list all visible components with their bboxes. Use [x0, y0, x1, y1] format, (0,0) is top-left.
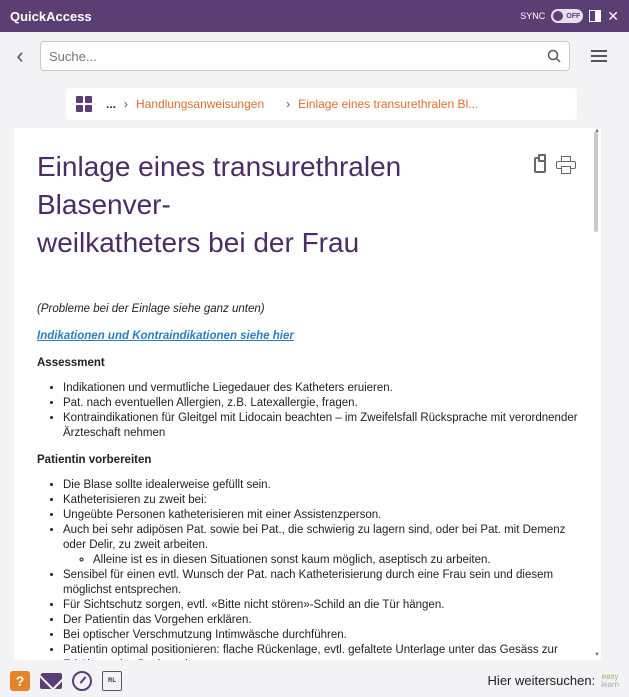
apps-grid-icon[interactable] — [76, 96, 92, 112]
scroll-down-icon[interactable]: ▼ — [594, 652, 600, 658]
easylearn-logo[interactable]: easy learn — [601, 672, 619, 689]
assessment-list: Indikationen und vermutliche Liegedauer … — [55, 381, 589, 441]
list-item: Bei optischer Verschmutzung Intimwäsche … — [63, 628, 589, 643]
sync-label: SYNC — [520, 11, 546, 21]
breadcrumb-item-current[interactable]: Einlage eines transurethralen Bl... — [298, 97, 478, 111]
page-title-line2: weilkatheters bei der Frau — [37, 227, 360, 258]
search-box[interactable] — [40, 41, 570, 71]
list-item-text: Auch bei sehr adipösen Pat. sowie bei Pa… — [63, 524, 566, 551]
list-item: Der Patientin das Vorgehen erklären. — [63, 613, 589, 628]
list-item: Die Blase sollte idealerweise gefüllt se… — [63, 478, 589, 493]
document-body: (Probleme bei der Einlage siehe ganz unt… — [37, 302, 589, 660]
sub-list-item: Alleine ist es in diesen Situationen son… — [93, 553, 589, 568]
section-heading: Patientin vorbereiten — [37, 454, 152, 466]
preparation-list: Die Blase sollte idealerweise gefüllt se… — [55, 478, 589, 660]
page-title-line1: Einlage eines transurethralen Blasenver- — [37, 151, 402, 220]
list-item: Für Sichtschutz sorgen, evtl. «Bitte nic… — [63, 598, 589, 613]
list-item: Indikationen und vermutliche Liegedauer … — [63, 381, 589, 396]
note-text: (Probleme bei der Einlage siehe ganz unt… — [37, 303, 265, 315]
help-icon[interactable]: ? — [10, 670, 30, 691]
breadcrumb-ellipsis[interactable]: ... — [106, 97, 116, 111]
list-item: Sensibel für einen evtl. Wunsch der Pat.… — [63, 568, 589, 598]
panel-icon[interactable] — [589, 10, 602, 22]
list-item: Auch bei sehr adipösen Pat. sowie bei Pa… — [63, 523, 589, 568]
rl-icon[interactable]: RL — [102, 670, 122, 691]
list-item: Ungeübte Personen katheterisieren mit ei… — [63, 508, 589, 523]
app-title: QuickAccess — [10, 8, 92, 24]
page-title: Einlage eines transurethralen Blasenver-… — [37, 148, 507, 262]
footer-bar: ? RL Hier weitersuchen: easy learn — [0, 664, 629, 697]
search-icon[interactable] — [547, 49, 561, 63]
back-icon[interactable]: ‹ — [0, 43, 40, 69]
search-further-label: Hier weitersuchen: — [487, 673, 596, 688]
sync-toggle[interactable]: OFF — [551, 9, 584, 23]
list-item: Patientin optimal positionieren: flache … — [63, 643, 589, 660]
document-panel: Einlage eines transurethralen Blasenver-… — [14, 128, 601, 660]
gauge-icon[interactable] — [72, 670, 92, 691]
breadcrumb-item[interactable]: Handlungsanweisungen — [136, 97, 264, 111]
section-heading: Assessment — [37, 357, 105, 369]
list-item: Pat. nach eventuellen Allergien, z.B. La… — [63, 396, 589, 411]
indications-link[interactable]: Indikationen und Kontraindikationen sieh… — [37, 330, 294, 342]
toggle-knob — [553, 11, 564, 21]
toggle-state: OFF — [566, 12, 581, 20]
title-bar: QuickAccess SYNC OFF ✕ — [0, 0, 629, 32]
chevron-right-icon: › — [286, 97, 291, 111]
print-icon[interactable] — [556, 156, 576, 174]
list-item: Katheterisieren zu zweit bei: — [63, 493, 589, 508]
scrollbar-thumb[interactable] — [594, 132, 598, 232]
breadcrumb: ... › Handlungsanweisungen › Einlage ein… — [66, 88, 577, 120]
toolbar: ‹ — [0, 32, 629, 80]
list-item: Kontraindikationen für Gleitgel mit Lido… — [63, 411, 589, 441]
mail-icon[interactable] — [40, 672, 62, 689]
close-icon[interactable]: ✕ — [607, 9, 619, 23]
clipboard-icon[interactable] — [534, 154, 546, 173]
chevron-right-icon: › — [124, 97, 129, 111]
menu-icon[interactable] — [570, 50, 628, 62]
search-input[interactable] — [49, 48, 547, 64]
